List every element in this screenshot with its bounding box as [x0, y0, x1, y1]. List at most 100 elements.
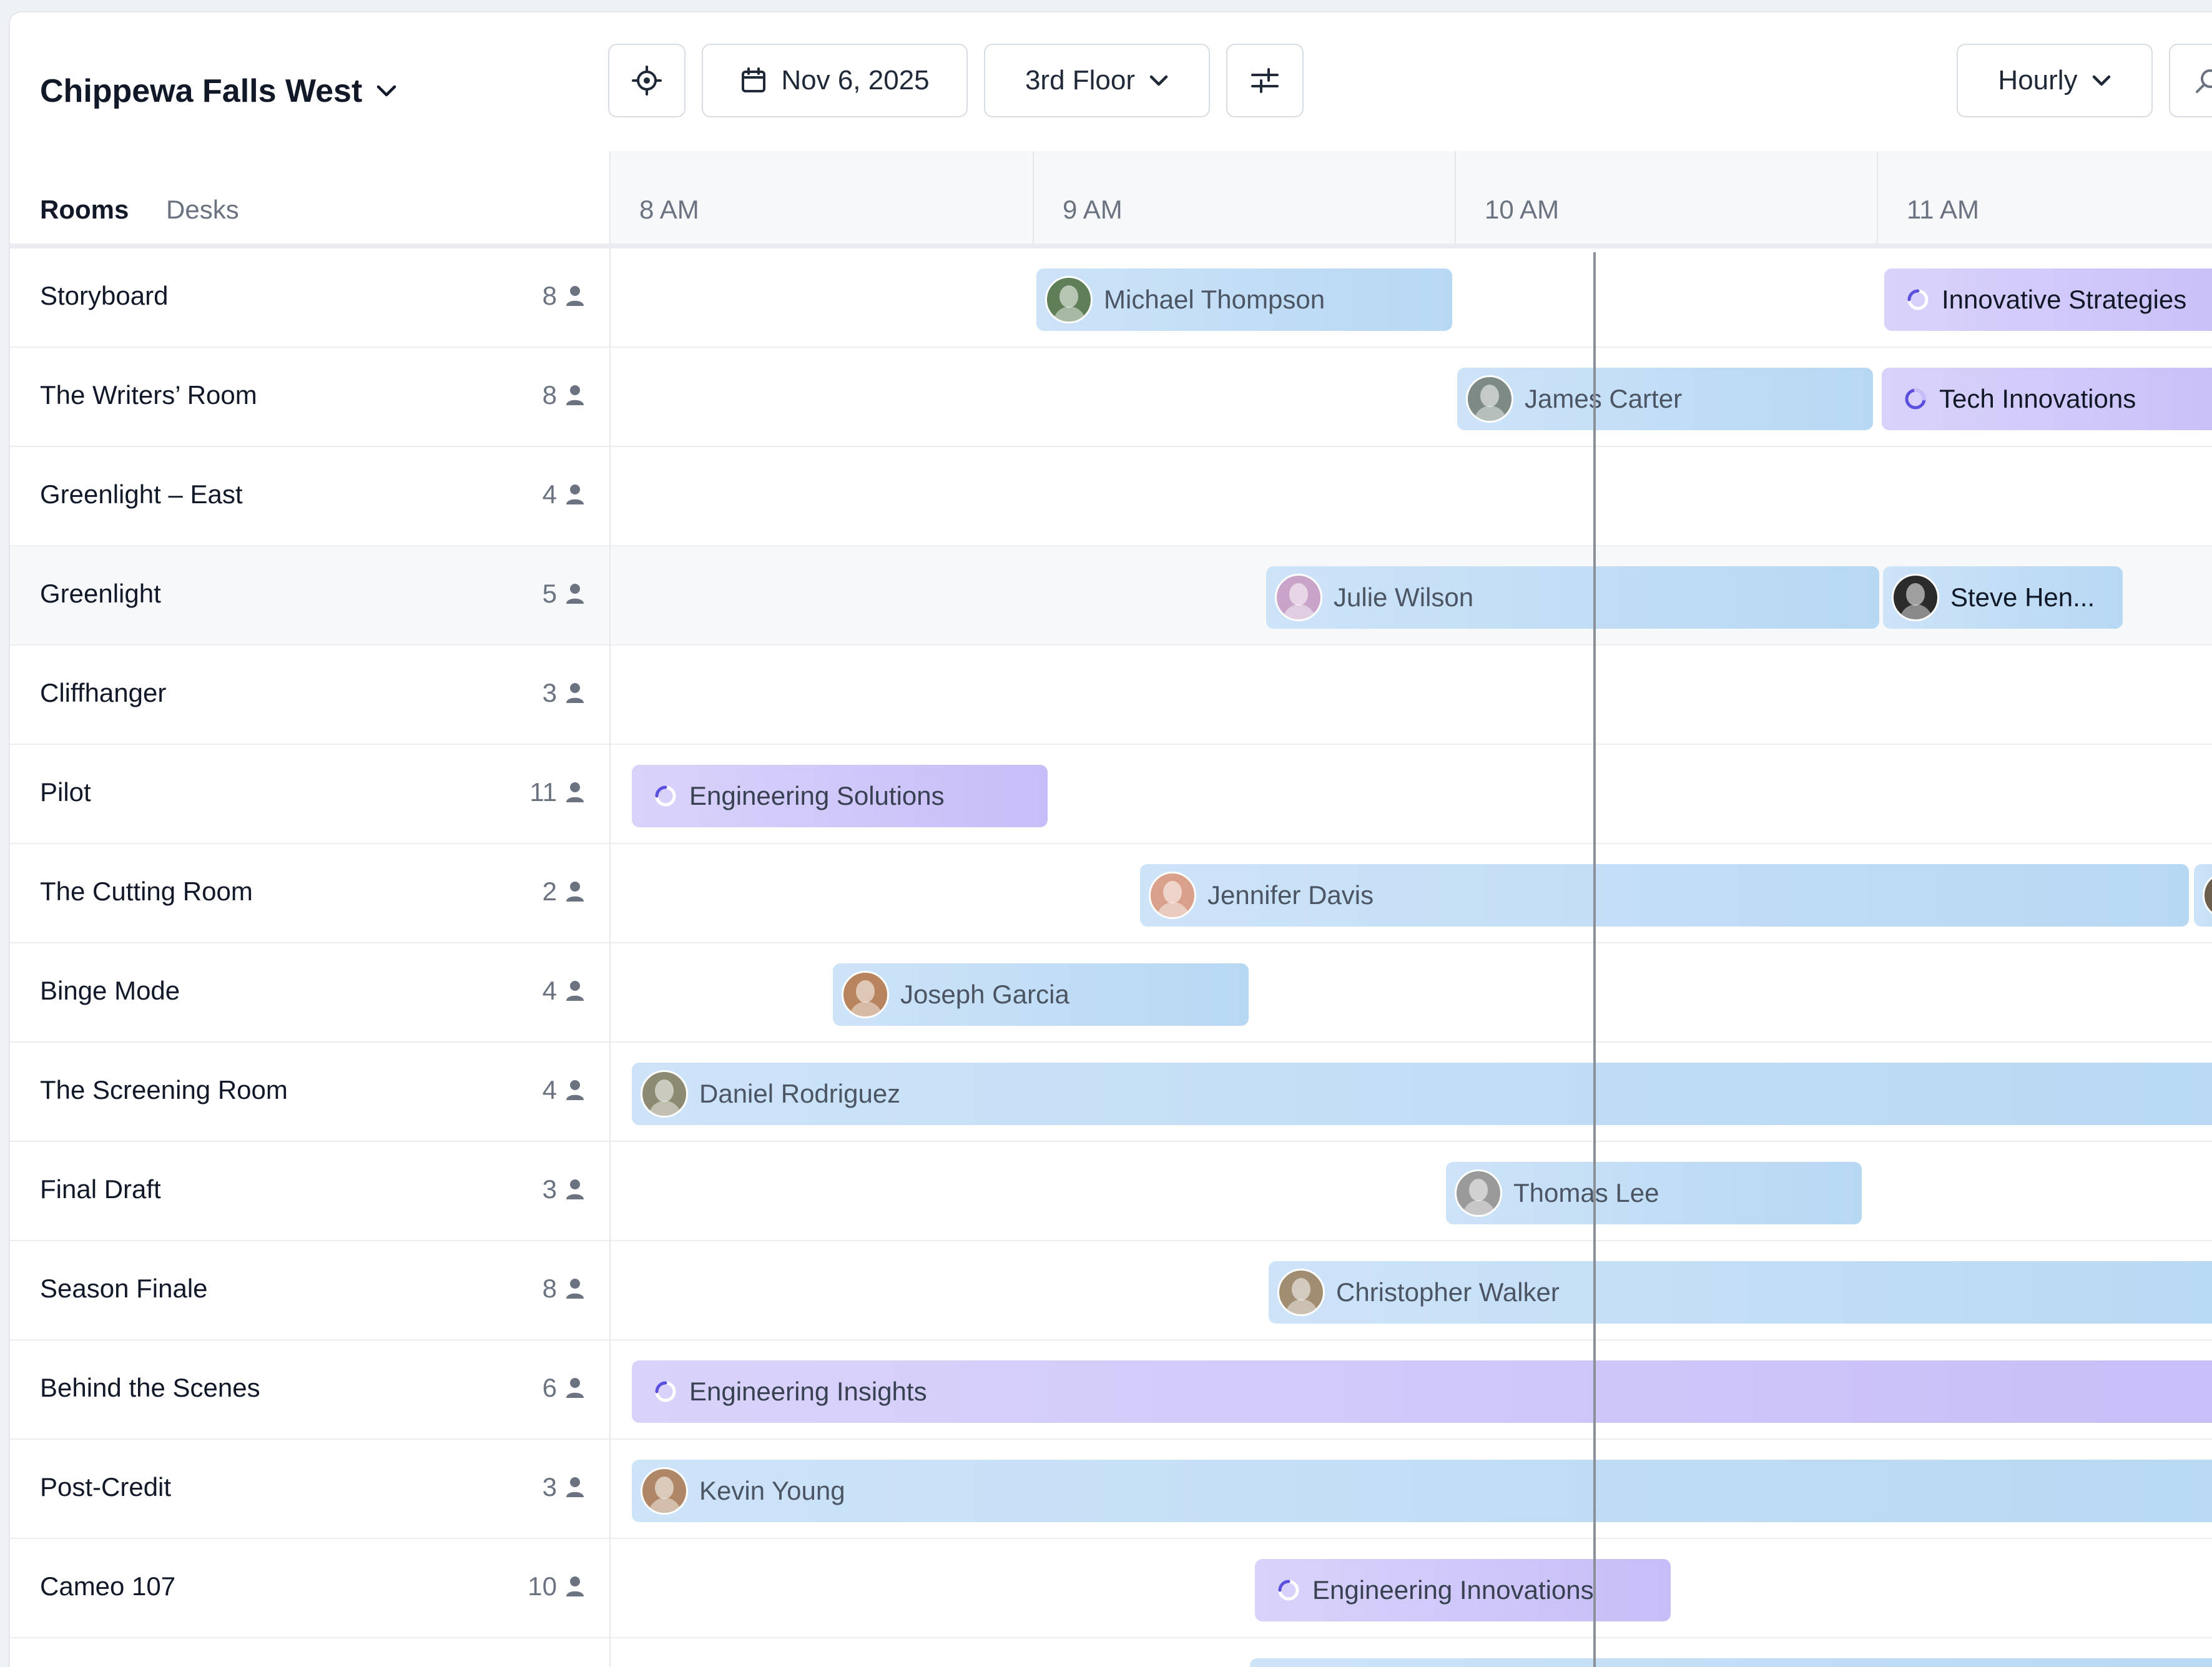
room-row: The Screening Room 4 Daniel Rodriguez — [10, 1043, 2212, 1142]
booking-label: Jennifer Davis — [1207, 880, 1374, 910]
avatar-body — [1900, 604, 1932, 619]
room-capacity: 8 — [497, 380, 584, 410]
booking-label: Steve Hen... — [1950, 583, 2095, 612]
avatar-body — [649, 1101, 681, 1116]
room-capacity: 4 — [497, 479, 584, 509]
row-divider — [609, 348, 611, 447]
row-divider — [609, 745, 611, 844]
room-rows: Storyboard 8 Michael Thompson Innovative… — [10, 248, 2212, 1667]
avatar-face — [1163, 881, 1182, 903]
hour-scale: 8 AM 9 AM 10 AM 11 AM — [611, 151, 2212, 243]
floor-selector[interactable]: 3rd Floor — [984, 44, 1210, 117]
avatar — [842, 971, 889, 1018]
room-name: The Cutting Room — [40, 877, 253, 906]
location-title: Chippewa Falls West — [40, 73, 363, 109]
room-row: Binge Mode 4 Joseph Garcia — [10, 943, 2212, 1043]
booking-label: Thomas Lee — [1513, 1178, 1659, 1207]
room-row: Behind the Scenes 6 Engineering Insights — [10, 1340, 2212, 1440]
room-capacity: 6 — [497, 1373, 584, 1403]
hour-label: 10 AM — [1485, 195, 1560, 224]
room-capacity: 4 — [497, 1075, 584, 1105]
tab-desks[interactable]: Desks — [166, 195, 239, 225]
room-row: Greenlight – East 4 — [10, 447, 2212, 546]
person-icon — [566, 1080, 584, 1100]
room-row: Greenlight 5 Julie Wilson Steve Hen... — [10, 546, 2212, 646]
person-icon — [566, 385, 584, 405]
avatar-face — [655, 1477, 674, 1499]
tab-rooms[interactable]: Rooms — [40, 195, 129, 225]
scheduler-app: Chippewa Falls West Nov 6, 2025 3rd Floo… — [9, 11, 2212, 1667]
avatar — [1892, 574, 1939, 621]
filters-button[interactable] — [1226, 44, 1304, 117]
search-button[interactable] — [2169, 44, 2212, 117]
hour-label: 9 AM — [1063, 195, 1123, 224]
capacity-count: 5 — [542, 579, 557, 608]
chevron-down-icon — [1149, 75, 1168, 86]
booking-block[interactable]: Engineering Insights — [632, 1360, 2212, 1423]
calendar-icon — [742, 67, 766, 92]
booking-block[interactable]: James Carter — [1457, 368, 1873, 430]
booking-block[interactable]: Tech Innovations — [1882, 368, 2212, 430]
hour-column: 11 AM — [1877, 151, 2212, 243]
room-row: Season Finale 8 Christopher Walker — [10, 1241, 2212, 1340]
room-name: Cameo 107 — [40, 1571, 176, 1601]
avatar-face — [856, 980, 875, 1003]
capacity-count: 6 — [542, 1373, 557, 1402]
view-mode-selector[interactable]: Hourly — [1957, 44, 2153, 117]
avatar-body — [1463, 1200, 1495, 1215]
timeline-header: Rooms Desks 8 AM 9 AM 10 AM 11 AM — [10, 151, 2212, 248]
hour-label: 8 AM — [639, 195, 699, 224]
row-divider — [609, 646, 611, 745]
room-row: Final Draft 3 Thomas Lee — [10, 1142, 2212, 1241]
booking-label: Engineering Insights — [689, 1377, 927, 1406]
capacity-count: 11 — [529, 777, 557, 807]
date-picker-button[interactable]: Nov 6, 2025 — [702, 44, 968, 117]
room-name: Pilot — [40, 777, 91, 807]
status-spinner-icon — [655, 1381, 676, 1402]
booking-block[interactable]: Jennifer Davis — [1140, 864, 2189, 927]
booking-block[interactable]: Engineering Innovations — [1255, 1559, 1671, 1621]
booking-block[interactable]: Engineering Solutions — [632, 765, 1048, 827]
booking-block[interactable]: Steve Hen... — [1883, 566, 2123, 629]
booking-block[interactable]: Innovative Strategies — [1884, 268, 2212, 331]
room-name: The Writers’ Room — [40, 380, 257, 410]
location-selector[interactable]: Chippewa Falls West — [40, 72, 397, 110]
room-name: Post-Credit — [40, 1472, 172, 1502]
booking-block[interactable]: Michael Thompson — [1036, 268, 1452, 331]
avatar — [1045, 276, 1093, 323]
capacity-count: 2 — [542, 877, 557, 906]
floor-label: 3rd Floor — [1025, 65, 1136, 96]
status-spinner-icon — [655, 785, 676, 807]
capacity-count: 8 — [542, 380, 557, 410]
locate-button[interactable] — [608, 44, 686, 117]
row-divider — [609, 546, 611, 646]
avatar-body — [850, 1001, 882, 1016]
chevron-down-icon — [2092, 75, 2110, 86]
booking-block[interactable] — [2194, 864, 2212, 927]
avatar-face — [1480, 385, 1499, 407]
booking-block[interactable]: Joseph Garcia — [833, 963, 1249, 1026]
avatar-face — [1469, 1179, 1488, 1201]
room-capacity: 5 — [497, 579, 584, 609]
capacity-count: 4 — [542, 976, 557, 1005]
booking-block[interactable]: Christopher Walker — [1269, 1261, 2212, 1324]
avatar-face — [1292, 1278, 1310, 1301]
avatar — [1277, 1269, 1325, 1316]
booking-block[interactable]: Thomas Lee — [1446, 1162, 1862, 1224]
room-capacity: 11 — [497, 777, 584, 807]
person-icon — [566, 882, 584, 902]
room-capacity: 4 — [497, 976, 584, 1006]
room-name: The Screening Room — [40, 1075, 288, 1104]
booking-block[interactable]: Julie Wilson — [1266, 566, 1879, 629]
room-name: Greenlight — [40, 579, 161, 608]
booking-block[interactable]: Kevin Young — [632, 1460, 2212, 1522]
room-name: Cliffhanger — [40, 678, 167, 707]
capacity-count: 4 — [542, 1075, 557, 1104]
booking-label: Michael Thompson — [1104, 285, 1325, 314]
room-capacity: 3 — [497, 1174, 584, 1204]
booking-block[interactable]: Daniel Rodriguez — [632, 1063, 2212, 1125]
capacity-count: 8 — [542, 281, 557, 310]
avatar-face — [655, 1079, 674, 1102]
person-icon — [566, 683, 584, 703]
booking-block[interactable] — [1250, 1658, 2212, 1667]
